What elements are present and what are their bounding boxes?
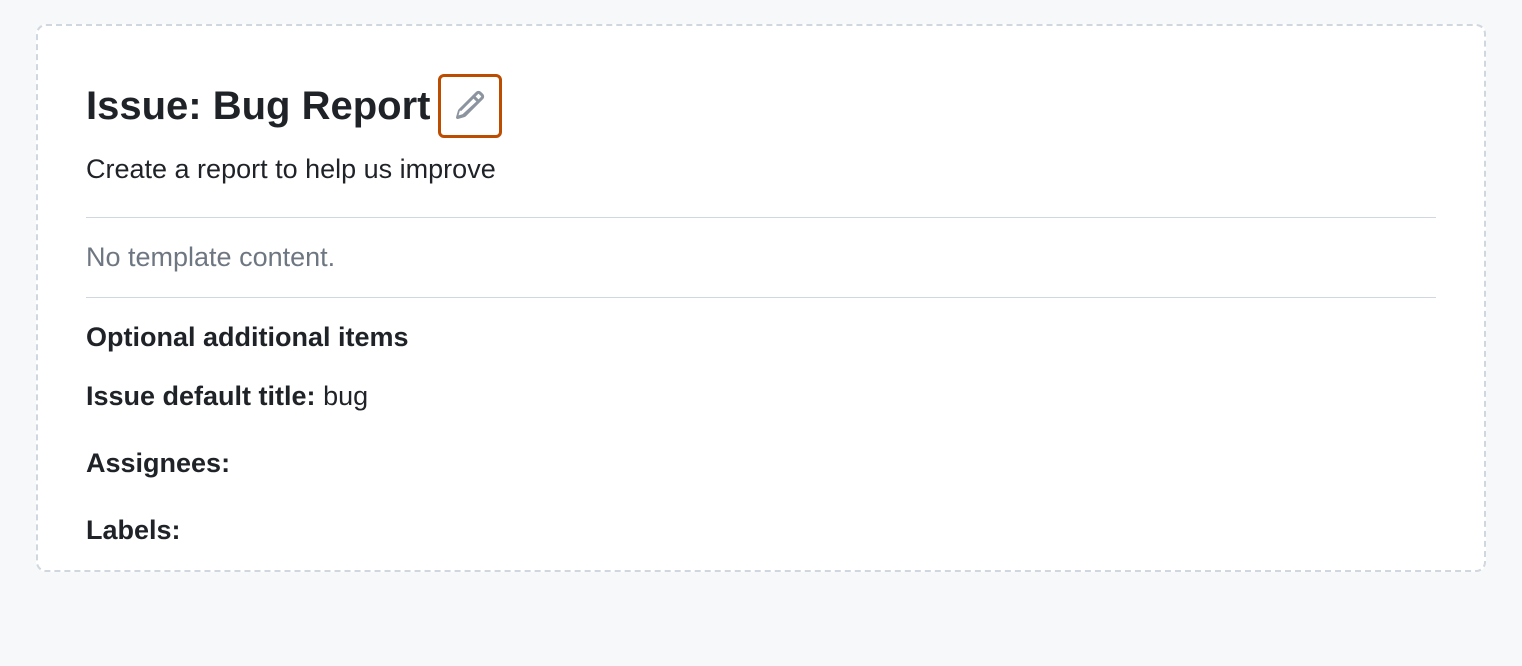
assignees-label: Assignees: — [86, 448, 230, 478]
pencil-icon — [454, 89, 486, 124]
optional-items-heading: Optional additional items — [86, 322, 1436, 353]
title-row: Issue: Bug Report — [86, 74, 1436, 138]
default-title-label: Issue default title: — [86, 381, 316, 411]
divider — [86, 297, 1436, 298]
labels-field: Labels: — [86, 515, 1436, 546]
edit-button[interactable] — [438, 74, 502, 138]
labels-label: Labels: — [86, 515, 181, 545]
issue-template-card: Issue: Bug Report Create a report to hel… — [36, 24, 1486, 572]
issue-subtitle: Create a report to help us improve — [86, 154, 1436, 185]
assignees-field: Assignees: — [86, 448, 1436, 479]
issue-title: Issue: Bug Report — [86, 84, 430, 128]
empty-template-message: No template content. — [86, 218, 1436, 297]
default-title-field: Issue default title: bug — [86, 381, 1436, 412]
default-title-value: bug — [323, 381, 368, 411]
